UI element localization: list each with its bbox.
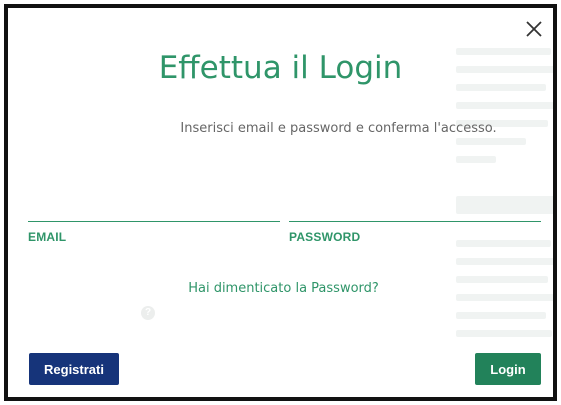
close-icon	[526, 21, 542, 37]
password-field[interactable]	[289, 202, 541, 222]
email-field-group: EMAIL	[28, 202, 280, 244]
background-line	[456, 138, 526, 145]
background-line	[456, 156, 496, 163]
login-modal: Effettua il Login Inserisci email e pass…	[4, 4, 557, 401]
forgot-password-link[interactable]: Hai dimenticato la Password?	[8, 281, 553, 296]
login-button[interactable]: Login	[475, 353, 541, 385]
background-line	[456, 330, 552, 337]
background-line	[456, 312, 546, 319]
background-line	[456, 258, 553, 265]
dialog-subtitle: Inserisci email e password e conferma l'…	[180, 121, 497, 136]
password-label: PASSWORD	[289, 230, 361, 244]
background-line	[456, 102, 553, 109]
email-field[interactable]	[28, 202, 280, 222]
password-field-group: PASSWORD	[289, 202, 541, 244]
dialog-title: Effettua il Login	[158, 50, 403, 86]
register-button[interactable]: Registrati	[29, 353, 119, 385]
help-icon: ?	[141, 306, 155, 320]
email-label: EMAIL	[28, 230, 67, 244]
close-button[interactable]	[523, 18, 545, 40]
